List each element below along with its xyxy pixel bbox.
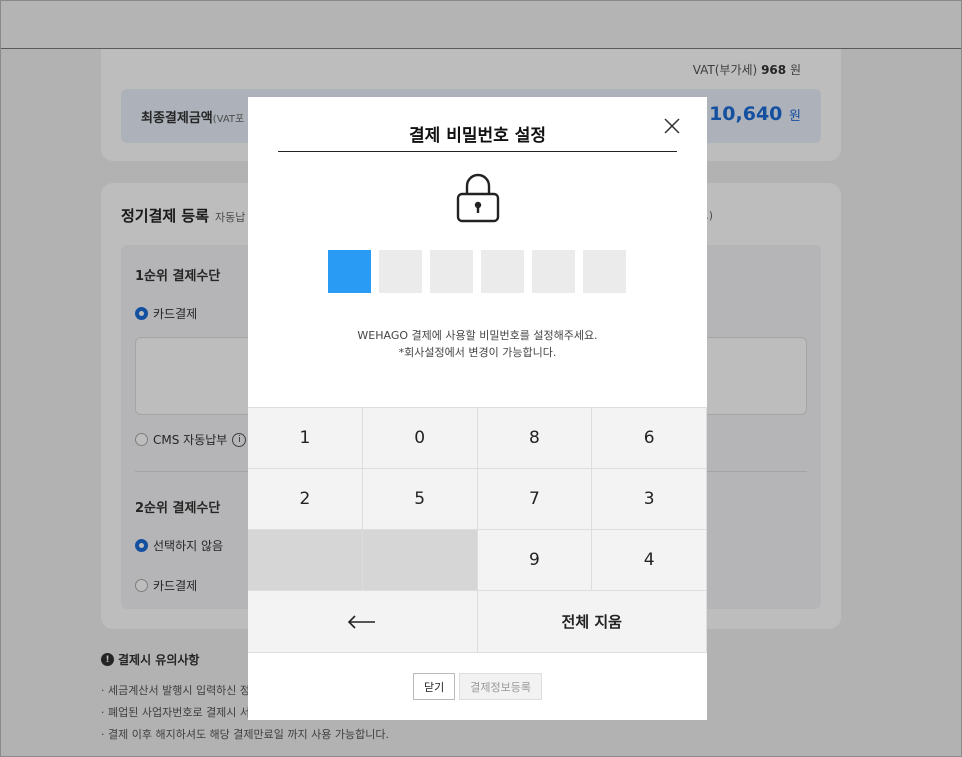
instruction-message: WEHAGO 결제에 사용할 비밀번호를 설정해주세요. *회사설정에서 변경이…: [248, 327, 707, 361]
password-setup-modal: 결제 비밀번호 설정 WEHAGO 결제에 사용할 비밀번호를 설정해주세요. …: [248, 97, 707, 720]
lock-icon: [456, 173, 500, 223]
title-underline: [278, 151, 677, 152]
keypad-key-empty: [248, 530, 363, 591]
pin-indicator: [328, 250, 626, 293]
close-icon[interactable]: [663, 117, 681, 135]
keypad-key[interactable]: 8: [477, 408, 593, 469]
keypad-key-empty: [362, 530, 478, 591]
register-payment-button[interactable]: 결제정보등록: [459, 673, 542, 700]
modal-footer: 닫기 결제정보등록: [248, 673, 707, 700]
keypad-key[interactable]: 7: [477, 469, 593, 530]
clear-all-button[interactable]: 전체 지움: [477, 591, 707, 652]
keypad-key[interactable]: 9: [477, 530, 593, 591]
modal-title: 결제 비밀번호 설정: [409, 126, 546, 146]
backspace-button[interactable]: [248, 591, 478, 652]
pin-slot: [430, 250, 473, 293]
close-button[interactable]: 닫기: [413, 673, 456, 700]
backspace-arrow-icon: [348, 614, 376, 629]
pin-slot: [532, 250, 575, 293]
keypad-key[interactable]: 6: [592, 408, 707, 469]
pin-slot: [379, 250, 422, 293]
keypad-key[interactable]: 4: [592, 530, 707, 591]
number-keypad: 1 0 8 6 2 5 7 3 9 4 전체 지움: [248, 407, 707, 653]
keypad-key[interactable]: 3: [592, 469, 707, 530]
keypad-key[interactable]: 2: [248, 469, 363, 530]
keypad-key[interactable]: 1: [248, 408, 363, 469]
pin-slot: [481, 250, 524, 293]
keypad-key[interactable]: 5: [362, 469, 478, 530]
keypad-key[interactable]: 0: [362, 408, 478, 469]
instruction-line-1: WEHAGO 결제에 사용할 비밀번호를 설정해주세요.: [357, 329, 598, 342]
pin-slot: [328, 250, 371, 293]
pin-slot: [583, 250, 626, 293]
instruction-line-2: *회사설정에서 변경이 가능합니다.: [398, 346, 557, 359]
